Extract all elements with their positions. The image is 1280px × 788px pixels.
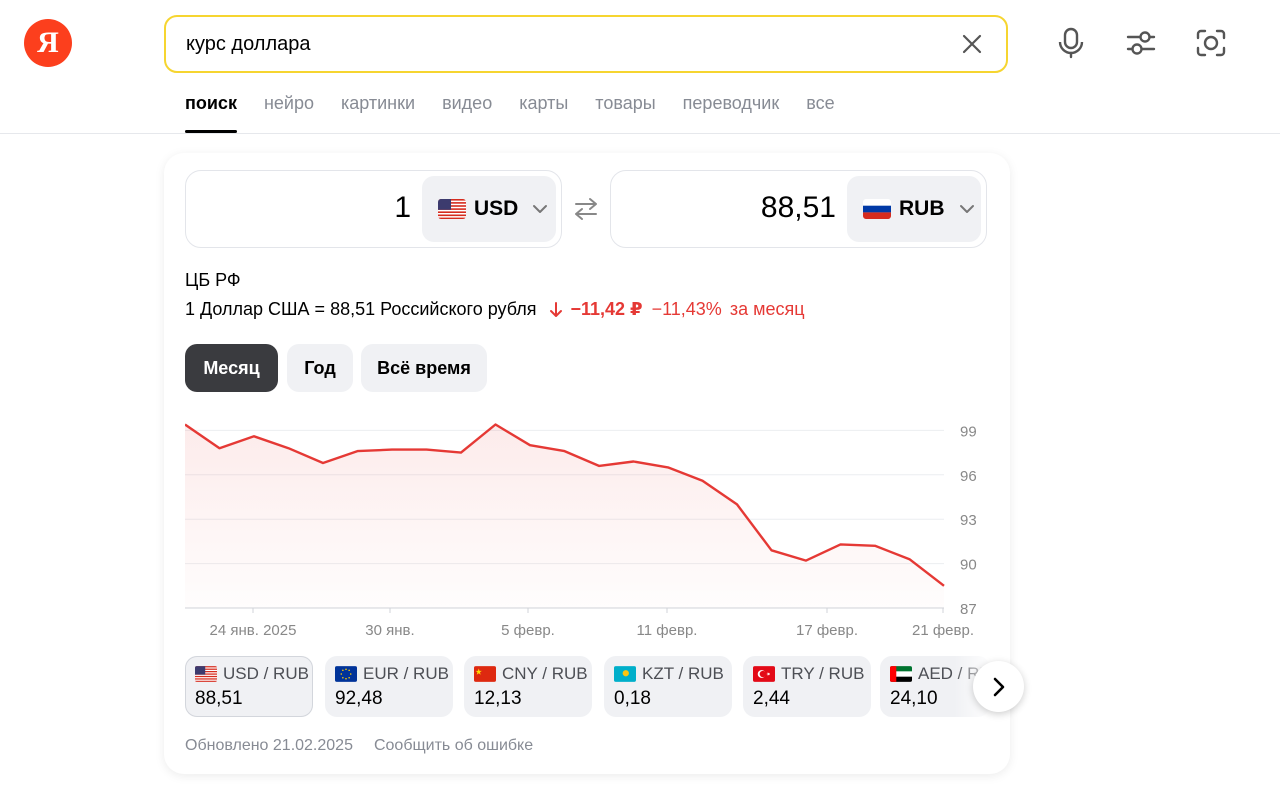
pair-label: TRY / RUB: [781, 664, 865, 683]
x-tick-label: 17 февр.: [796, 622, 858, 639]
pair-label: KZT / RUB: [642, 664, 724, 683]
y-tick-label: 87: [960, 601, 977, 618]
ae-flag-icon: [890, 666, 912, 682]
pair-label: EUR / RUB: [363, 664, 449, 683]
chevron-down-icon: [959, 205, 974, 213]
from-amount[interactable]: 1: [394, 191, 411, 225]
tab-products[interactable]: товары: [595, 88, 655, 133]
header-divider: [0, 133, 1280, 134]
microphone-icon: [1058, 27, 1084, 59]
pair-value: 88,51: [195, 688, 243, 709]
rate-summary: 1 Доллар США = 88,51 Российского рубля −…: [185, 299, 805, 320]
period-month-button[interactable]: Месяц: [185, 344, 278, 392]
ru-flag-icon: [863, 199, 891, 219]
x-tick-label: 5 февр.: [501, 622, 555, 639]
y-tick-label: 99: [960, 423, 977, 440]
rate-chart[interactable]: 99 96 93 90 87 24 янв. 2025 30 янв. 5 февр. 11 ф…: [185, 423, 985, 643]
search-settings-button[interactable]: [1125, 27, 1157, 59]
arrow-down-icon: [550, 301, 563, 317]
tab-maps[interactable]: карты: [519, 88, 568, 133]
next-pairs-button[interactable]: [973, 661, 1024, 712]
y-tick-label: 90: [960, 557, 977, 574]
updated-date: Обновлено 21.02.2025: [185, 737, 353, 754]
cn-flag-icon: [474, 666, 496, 682]
tab-video[interactable]: видео: [442, 88, 492, 133]
x-tick-label: 21 февр.: [912, 622, 974, 639]
us-flag-icon: [195, 666, 217, 682]
tr-flag-icon: [753, 666, 775, 682]
rate-change-abs: −11,42 ₽: [570, 299, 643, 319]
pair-chip-try-rub[interactable]: TRY / RUB 2,44: [743, 656, 871, 717]
to-amount[interactable]: 88,51: [761, 191, 836, 225]
us-flag-icon: [438, 199, 466, 219]
x-tick-label: 24 янв. 2025: [210, 622, 297, 639]
logo-letter: Я: [37, 26, 59, 59]
yandex-logo[interactable]: Я: [24, 19, 72, 67]
pair-label: CNY / RUB: [502, 664, 588, 683]
period-all-time-button[interactable]: Всё время: [361, 344, 487, 392]
chevron-down-icon: [533, 205, 548, 213]
tab-search[interactable]: поиск: [185, 88, 237, 133]
image-search-button[interactable]: [1195, 27, 1227, 59]
filter-sliders-icon: [1126, 31, 1156, 55]
card-footer: Обновлено 21.02.2025 Сообщить об ошибке: [185, 737, 533, 755]
rate-change-pct: −11,43%: [651, 299, 722, 319]
kz-flag-icon: [614, 666, 636, 682]
pair-chip-eur-rub[interactable]: EUR / RUB 92,48: [325, 656, 453, 717]
tab-neuro[interactable]: нейро: [264, 88, 314, 133]
pair-value: 0,18: [614, 688, 651, 709]
pair-chip-kzt-rub[interactable]: KZT / RUB 0,18: [604, 656, 732, 717]
pair-value: 92,48: [335, 688, 383, 709]
to-currency-code: RUB: [899, 197, 945, 220]
to-currency-select[interactable]: RUB: [847, 176, 981, 242]
pair-chip-cny-rub[interactable]: CNY / RUB 12,13: [464, 656, 592, 717]
rate-change-period: за месяц: [729, 299, 805, 319]
from-currency-select[interactable]: USD: [422, 176, 556, 242]
period-year-button[interactable]: Год: [287, 344, 353, 392]
chevron-right-icon: [993, 677, 1004, 696]
close-icon: [962, 34, 982, 54]
from-currency-field[interactable]: 1 USD: [185, 170, 562, 248]
pair-chip-usd-rub[interactable]: USD / RUB 88,51: [185, 656, 313, 717]
pair-value: 2,44: [753, 688, 790, 709]
x-tick-label: 30 янв.: [365, 622, 414, 639]
report-error-link[interactable]: Сообщить об ошибке: [374, 737, 533, 755]
tab-all[interactable]: все: [806, 88, 834, 133]
eu-flag-icon: [335, 666, 357, 682]
from-currency-code: USD: [474, 197, 519, 220]
rate-text: 1 Доллар США = 88,51 Российского рубля: [185, 299, 537, 319]
y-tick-label: 93: [960, 512, 977, 529]
currency-converter-card: 1 USD 88,51 RUB ЦБ РФ 1 Доллар США = 88,…: [164, 153, 1024, 774]
rate-source: ЦБ РФ: [185, 270, 241, 290]
swap-arrows-icon[interactable]: [572, 195, 600, 223]
search-input[interactable]: [186, 32, 958, 56]
to-currency-field[interactable]: 88,51 RUB: [610, 170, 987, 248]
camera-icon: [1196, 29, 1226, 57]
x-tick-label: 11 февр.: [637, 622, 698, 639]
clear-search-button[interactable]: [958, 30, 986, 58]
voice-search-button[interactable]: [1055, 27, 1087, 59]
search-box: [164, 15, 1008, 73]
pair-label: USD / RUB: [223, 664, 309, 683]
y-tick-label: 96: [960, 468, 977, 485]
tab-images[interactable]: картинки: [341, 88, 415, 133]
search-tabs: поиск нейро картинки видео карты товары …: [185, 88, 862, 133]
pair-value: 12,13: [474, 688, 522, 709]
tab-translator[interactable]: переводчик: [683, 88, 780, 133]
